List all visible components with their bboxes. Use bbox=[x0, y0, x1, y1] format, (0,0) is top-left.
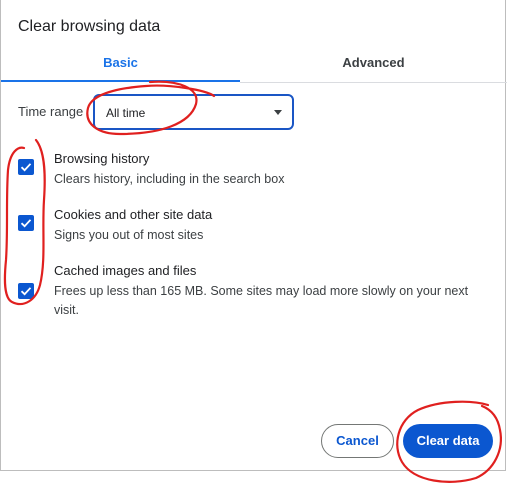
time-range-select[interactable]: All time bbox=[93, 94, 294, 130]
browsing-history-description: Clears history, including in the search … bbox=[54, 172, 285, 186]
tab-advanced-label: Advanced bbox=[342, 55, 405, 70]
dropdown-caret-icon bbox=[274, 110, 282, 115]
browsing-history-title: Browsing history bbox=[54, 151, 150, 166]
browsing-history-checkbox[interactable] bbox=[18, 159, 34, 175]
cached-images-checkbox[interactable] bbox=[18, 283, 34, 299]
time-range-value: All time bbox=[106, 106, 146, 120]
tab-basic[interactable]: Basic bbox=[1, 44, 240, 82]
cookies-description: Signs you out of most sites bbox=[54, 228, 204, 242]
dialog-title: Clear browsing data bbox=[18, 18, 161, 35]
cookies-checkbox[interactable] bbox=[18, 215, 34, 231]
checkmark-icon bbox=[20, 219, 32, 228]
screenshot-root: Clear browsing data Basic Advanced Time … bbox=[0, 0, 508, 486]
clear-data-button[interactable]: Clear data bbox=[403, 424, 493, 458]
cached-images-title: Cached images and files bbox=[54, 263, 197, 278]
tab-basic-label: Basic bbox=[103, 55, 138, 70]
tab-bar: Basic Advanced bbox=[1, 44, 507, 82]
checkmark-icon bbox=[20, 287, 32, 296]
time-range-label: Time range bbox=[18, 104, 84, 119]
tab-selected-indicator bbox=[1, 80, 240, 82]
cancel-button[interactable]: Cancel bbox=[321, 424, 394, 458]
cookies-title: Cookies and other site data bbox=[54, 207, 213, 222]
checkmark-icon bbox=[20, 163, 32, 172]
tab-divider bbox=[240, 82, 507, 83]
tab-advanced[interactable]: Advanced bbox=[240, 44, 507, 82]
cached-images-description: Frees up less than 165 MB. Some sites ma… bbox=[54, 284, 469, 317]
clear-browsing-data-dialog: Clear browsing data Basic Advanced Time … bbox=[0, 0, 507, 471]
